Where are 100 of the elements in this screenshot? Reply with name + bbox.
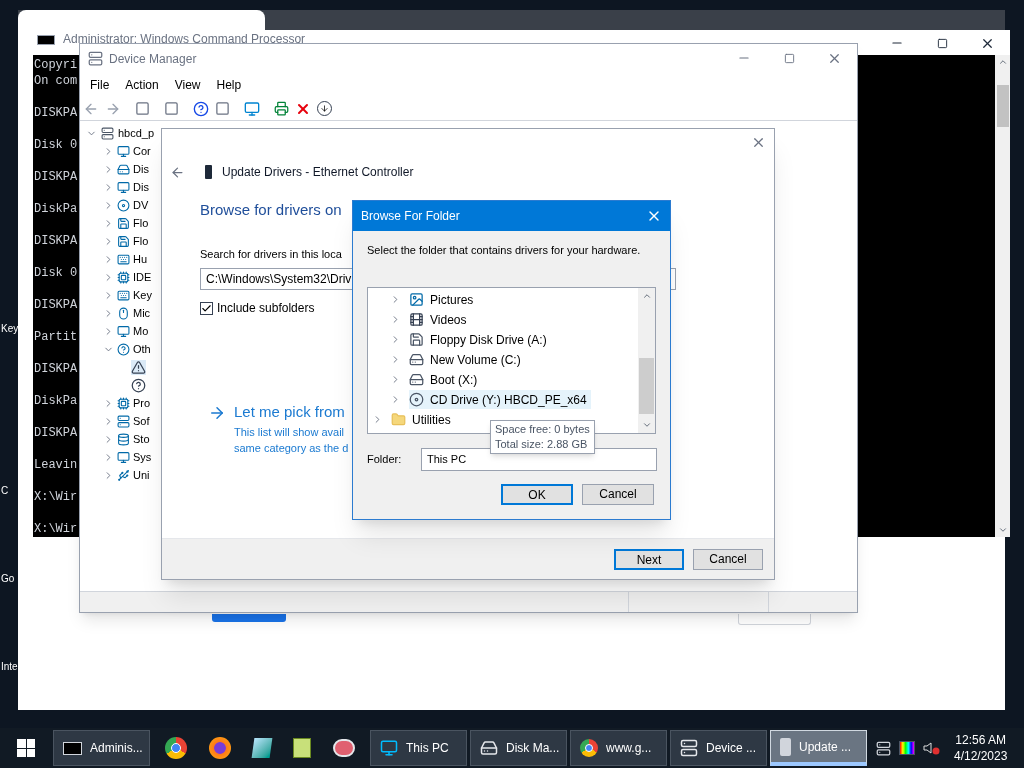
dialog-title: Browse For Folder xyxy=(361,208,460,225)
checkbox[interactable] xyxy=(200,301,213,315)
device-category-icon xyxy=(117,342,130,356)
tree-item[interactable]: IDE xyxy=(133,268,152,286)
tree-item[interactable]: Boot (X:) xyxy=(409,370,482,389)
speaker-muted-icon[interactable] xyxy=(923,741,941,755)
device-category-icon xyxy=(117,306,130,320)
tree-item[interactable]: Videos xyxy=(409,310,471,329)
console-line: DISKPA xyxy=(34,425,78,441)
notepad-plus-icon[interactable] xyxy=(293,738,311,758)
back-icon[interactable] xyxy=(170,164,185,180)
scroll-up-icon[interactable] xyxy=(997,57,1008,67)
pick-driver-link[interactable]: Let me pick from xyxy=(234,401,345,424)
floppy-icon xyxy=(409,332,424,347)
device-category-icon xyxy=(117,432,130,446)
scrollbar[interactable] xyxy=(638,287,655,433)
console-line: X:\Wir xyxy=(34,489,78,505)
console-line: Leavin xyxy=(34,457,78,473)
tree-item[interactable]: Utilities xyxy=(391,410,455,429)
dialog-button[interactable]: OK xyxy=(501,483,573,505)
help-icon[interactable] xyxy=(193,100,209,117)
desktop-icon-label[interactable]: Key xyxy=(1,321,19,336)
tree-item[interactable]: Key xyxy=(133,286,152,304)
link-description: This list will show avail xyxy=(234,424,345,440)
computer-icon xyxy=(380,739,398,757)
tree-item[interactable]: Mic xyxy=(133,304,151,322)
pictures-icon xyxy=(409,292,424,307)
dialog-button[interactable]: Next xyxy=(614,548,684,570)
maximize-icon[interactable] xyxy=(784,53,795,64)
drive-icon xyxy=(409,372,424,387)
tree-item[interactable]: Sof xyxy=(133,412,150,430)
desktop-icon-label[interactable]: Inte xyxy=(1,659,18,674)
secondary-button[interactable] xyxy=(738,614,811,625)
console-line: DISKPA xyxy=(34,233,78,249)
console-line: X:\Wir xyxy=(34,521,78,537)
tree-item[interactable]: Flo xyxy=(133,214,149,232)
highlighted-tree-item[interactable]: CD Drive (Y:) HBCD_PE_x64 xyxy=(409,390,591,409)
desktop-icon-label[interactable]: C xyxy=(1,483,9,498)
taskbar-window-button[interactable]: Adminis... xyxy=(53,730,150,766)
menu-item[interactable]: File xyxy=(82,76,118,94)
console-icon xyxy=(63,741,82,755)
cd-drive-icon xyxy=(409,392,424,407)
console-line: Disk 0 xyxy=(34,137,78,153)
device-category-icon xyxy=(117,252,130,266)
tree-item[interactable]: Sys xyxy=(133,448,152,466)
device-manager-icon xyxy=(88,51,103,66)
tree-item[interactable]: hbcd_p xyxy=(118,124,155,142)
taskbar-window-button[interactable]: Update ... xyxy=(770,730,867,766)
firefox-icon[interactable] xyxy=(209,737,231,759)
menu-item[interactable]: View xyxy=(166,76,209,94)
folder-icon xyxy=(391,412,406,427)
device-category-icon xyxy=(117,144,130,158)
clock-date[interactable]: 4/12/2023 xyxy=(954,748,1008,764)
taskbar-window-button[interactable]: Disk Ma... xyxy=(470,730,567,766)
taskbar-window-button[interactable]: Device ... xyxy=(670,730,767,766)
dialog-button[interactable]: Cancel xyxy=(582,483,654,505)
scroll-thumb[interactable] xyxy=(996,85,1009,127)
tree-item[interactable]: Mo xyxy=(133,322,149,340)
maximize-icon[interactable] xyxy=(937,38,948,49)
device-category-icon xyxy=(117,270,130,284)
chrome-icon[interactable] xyxy=(165,737,187,759)
tree-item[interactable]: Dis xyxy=(133,160,149,178)
tree-item[interactable]: Oth xyxy=(133,340,151,358)
menu-item[interactable]: Action xyxy=(117,76,167,94)
console-line: DISKPA xyxy=(34,361,78,377)
tree-item[interactable]: DV xyxy=(133,196,149,214)
color-icon[interactable] xyxy=(899,741,915,755)
unknown-device-icon[interactable] xyxy=(131,377,146,393)
monitor-icon[interactable] xyxy=(244,100,260,117)
dialog-button[interactable]: Cancel xyxy=(693,548,763,570)
desktop-icon-label[interactable]: Go xyxy=(1,571,15,586)
notepad-icon[interactable] xyxy=(251,738,273,758)
tree-item[interactable]: Dis xyxy=(133,178,149,196)
scrollbar[interactable] xyxy=(995,55,1010,537)
tree-item[interactable]: Hu xyxy=(133,250,148,268)
console-line: DISKPA xyxy=(34,297,78,313)
tree-item[interactable]: Uni xyxy=(133,466,150,484)
taskbar-window-button[interactable]: This PC xyxy=(370,730,467,766)
close-icon[interactable] xyxy=(980,36,995,51)
menu-item[interactable]: Help xyxy=(208,76,250,94)
arrow-right-icon xyxy=(208,404,226,422)
clock-time[interactable]: 12:56 AM xyxy=(955,732,1007,748)
scroll-down-icon[interactable] xyxy=(997,525,1008,535)
tree-item[interactable]: Sto xyxy=(133,430,150,448)
console-line: Copyri xyxy=(34,57,78,73)
device-manager-icon xyxy=(680,739,698,757)
console-line: DISKPA xyxy=(34,169,78,185)
tree-item[interactable]: Floppy Disk Drive (A:) xyxy=(409,330,551,349)
scissors-icon[interactable] xyxy=(333,739,355,757)
taskbar-window-button[interactable]: www.g... xyxy=(570,730,667,766)
tree-item[interactable]: Pro xyxy=(133,394,151,412)
tree-item[interactable]: Pictures xyxy=(409,290,478,309)
tree-item[interactable]: New Volume (C:) xyxy=(409,350,525,369)
ethernet-device-icon xyxy=(205,165,212,179)
device-category-icon xyxy=(117,450,130,464)
warning-device-icon[interactable] xyxy=(131,359,146,375)
window-title: Administrator: Windows Command Processor xyxy=(63,33,306,46)
tree-item[interactable]: Cor xyxy=(133,142,151,160)
scroll-thumb[interactable] xyxy=(639,357,654,414)
tree-item[interactable]: Flo xyxy=(133,232,149,250)
